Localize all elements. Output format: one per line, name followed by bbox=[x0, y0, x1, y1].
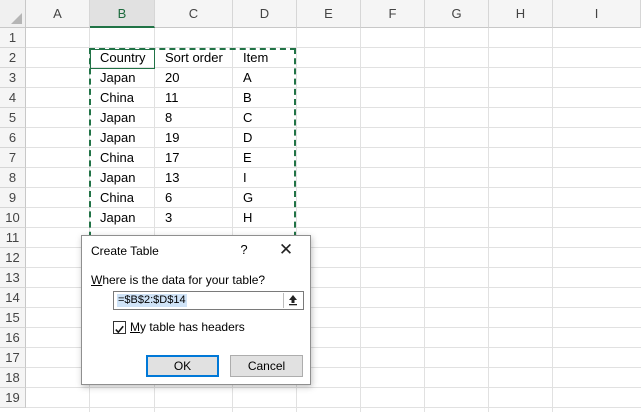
create-table-dialog: Create Table ? ✕ Where is the data for y… bbox=[81, 235, 311, 385]
row-header-2[interactable]: 2 bbox=[0, 48, 26, 68]
column-header-g[interactable]: G bbox=[425, 0, 489, 28]
row-header-7[interactable]: 7 bbox=[0, 148, 26, 168]
select-all-corner[interactable] bbox=[0, 0, 26, 28]
column-gridline bbox=[424, 28, 425, 412]
column-gridline bbox=[488, 28, 489, 412]
row-gridline bbox=[26, 407, 641, 408]
close-icon[interactable]: ✕ bbox=[278, 240, 294, 260]
column-gridline bbox=[552, 28, 553, 412]
column-header-e[interactable]: E bbox=[297, 0, 361, 28]
ok-button[interactable]: OK bbox=[146, 355, 219, 377]
row-header-4[interactable]: 4 bbox=[0, 88, 26, 108]
row-header-10[interactable]: 10 bbox=[0, 208, 26, 228]
cancel-button[interactable]: Cancel bbox=[230, 355, 303, 377]
row-header-19[interactable]: 19 bbox=[0, 388, 26, 408]
row-header-5[interactable]: 5 bbox=[0, 108, 26, 128]
range-question-label: Where is the data for your table? bbox=[91, 273, 265, 287]
selection-marquee bbox=[89, 48, 296, 248]
column-header-d[interactable]: D bbox=[233, 0, 297, 28]
row-header-9[interactable]: 9 bbox=[0, 188, 26, 208]
range-question-accelerator: W bbox=[91, 273, 103, 287]
range-question-text: here is the data for your table? bbox=[102, 273, 266, 287]
range-input-value: =$B$2:$D$14 bbox=[117, 294, 187, 307]
column-header-a[interactable]: A bbox=[26, 0, 90, 28]
row-header-13[interactable]: 13 bbox=[0, 268, 26, 288]
row-header-18[interactable]: 18 bbox=[0, 368, 26, 388]
column-header-f[interactable]: F bbox=[361, 0, 425, 28]
column-header-h[interactable]: H bbox=[489, 0, 553, 28]
help-button[interactable]: ? bbox=[238, 242, 250, 257]
row-header-16[interactable]: 16 bbox=[0, 328, 26, 348]
has-headers-text: y table has headers bbox=[140, 320, 245, 334]
row-header-11[interactable]: 11 bbox=[0, 228, 26, 248]
column-header-i[interactable]: I bbox=[553, 0, 641, 28]
has-headers-accelerator: M bbox=[130, 320, 140, 334]
row-header-6[interactable]: 6 bbox=[0, 128, 26, 148]
row-header-1[interactable]: 1 bbox=[0, 28, 26, 48]
column-gridline bbox=[360, 28, 361, 412]
row-header-12[interactable]: 12 bbox=[0, 248, 26, 268]
select-all-triangle-icon bbox=[11, 13, 22, 24]
row-header-8[interactable]: 8 bbox=[0, 168, 26, 188]
row-gridline bbox=[26, 387, 641, 388]
dialog-title: Create Table bbox=[91, 244, 159, 258]
collapse-arrow-icon bbox=[289, 295, 297, 306]
range-input[interactable]: =$B$2:$D$14 bbox=[113, 291, 304, 310]
row-header-15[interactable]: 15 bbox=[0, 308, 26, 328]
row-header-14[interactable]: 14 bbox=[0, 288, 26, 308]
row-header-3[interactable]: 3 bbox=[0, 68, 26, 88]
has-headers-checkbox[interactable] bbox=[113, 321, 126, 334]
has-headers-label[interactable]: My table has headers bbox=[130, 320, 245, 334]
checkmark-icon bbox=[115, 325, 124, 334]
row-header-17[interactable]: 17 bbox=[0, 348, 26, 368]
column-header-c[interactable]: C bbox=[155, 0, 233, 28]
column-header-b[interactable]: B bbox=[90, 0, 155, 28]
collapse-dialog-button[interactable] bbox=[283, 293, 302, 308]
